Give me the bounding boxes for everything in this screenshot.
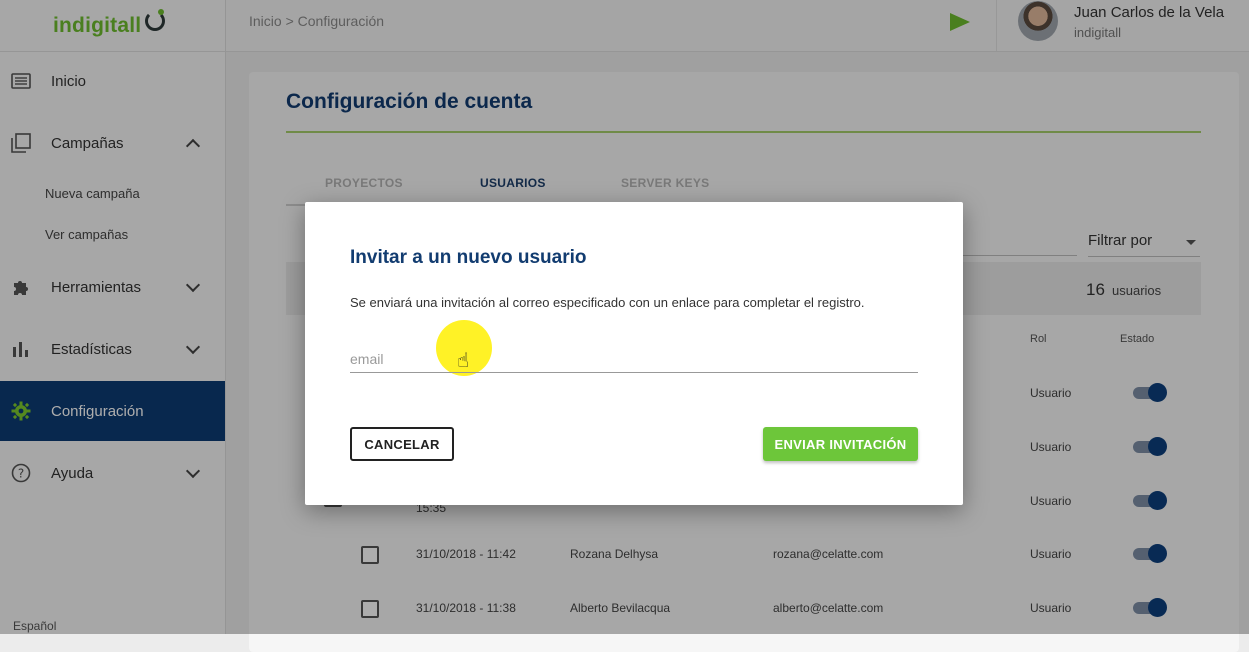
hand-pointer-icon: ☝ — [457, 350, 470, 372]
email-field[interactable] — [350, 346, 918, 373]
dialog-description: Se enviará una invitación al correo espe… — [350, 295, 865, 310]
cancel-button[interactable]: CANCELAR — [350, 427, 454, 461]
invite-user-dialog: Invitar a un nuevo usuario Se enviará un… — [305, 202, 963, 505]
send-invitation-button[interactable]: ENVIAR INVITACIÓN — [763, 427, 918, 461]
dialog-title: Invitar a un nuevo usuario — [350, 247, 587, 268]
